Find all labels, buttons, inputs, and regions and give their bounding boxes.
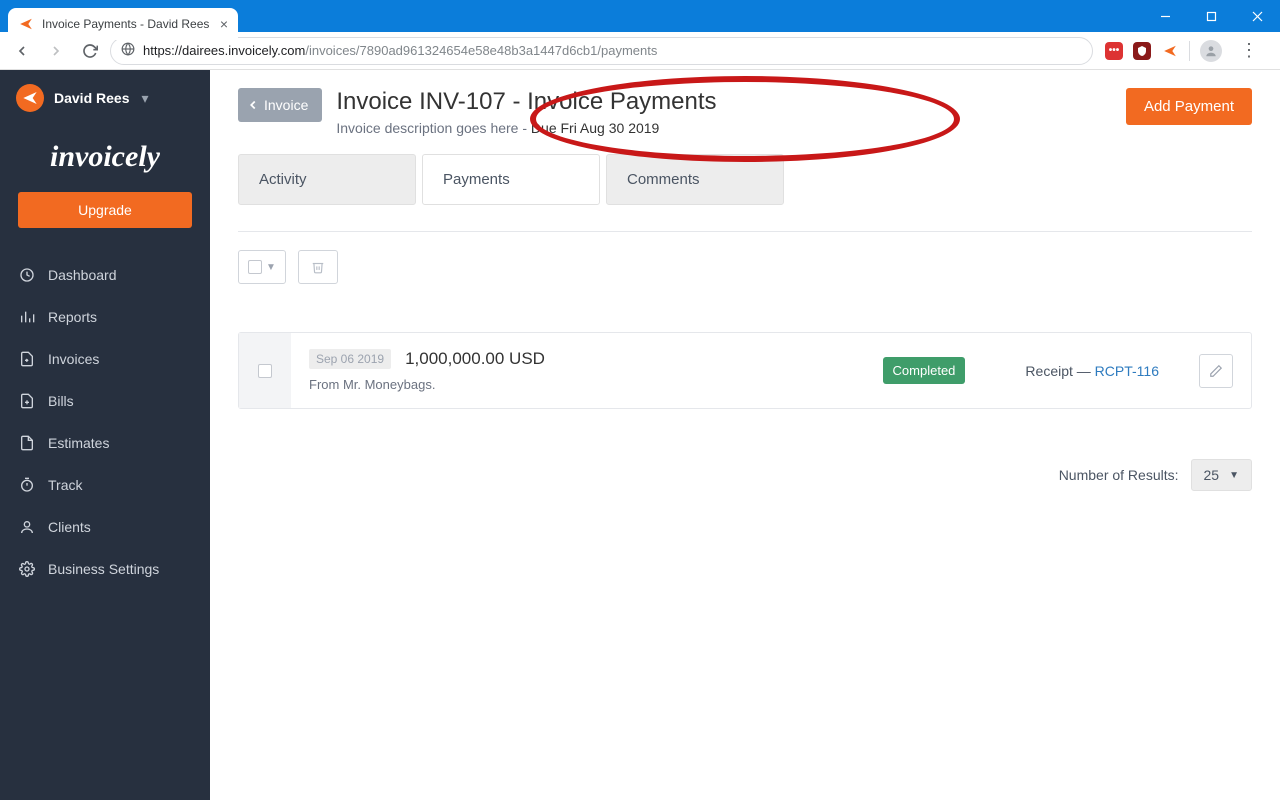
sidebar: David Rees ▾ invoicely Upgrade Dashboard… [0, 70, 210, 800]
ublock-icon[interactable] [1133, 42, 1151, 60]
browser-tab[interactable]: Invoice Payments - David Rees × [8, 8, 238, 40]
extension-icons: ••• ⋮ [1099, 40, 1272, 62]
upgrade-button[interactable]: Upgrade [18, 192, 192, 228]
lastpass-icon[interactable]: ••• [1105, 42, 1123, 60]
results-select[interactable]: 25 ▼ [1191, 459, 1252, 491]
main-content: Invoice Invoice INV-107 - Invoice Paymen… [210, 70, 1280, 800]
results-label: Number of Results: [1059, 467, 1179, 483]
row-checkbox-cell [239, 333, 291, 408]
chevron-down-icon: ▼ [1229, 470, 1239, 481]
profile-avatar[interactable] [1200, 40, 1222, 62]
sidebar-item-invoices[interactable]: Invoices [0, 338, 210, 380]
brand-logo: invoicely [0, 126, 210, 192]
close-icon[interactable]: × [220, 16, 228, 32]
chevron-down-icon: ▼ [266, 262, 276, 273]
window-close-button[interactable] [1234, 0, 1280, 32]
stopwatch-icon [18, 476, 36, 494]
user-menu[interactable]: David Rees ▾ [0, 70, 210, 126]
back-to-invoice-button[interactable]: Invoice [238, 88, 322, 122]
sidebar-item-business-settings[interactable]: Business Settings [0, 548, 210, 590]
menu-icon[interactable]: ⋮ [1232, 40, 1266, 61]
globe-icon [121, 42, 135, 59]
tabs: Activity Payments Comments [238, 154, 1252, 205]
reload-icon[interactable] [76, 37, 104, 65]
tab-activity[interactable]: Activity [238, 154, 416, 205]
file-export-icon [18, 350, 36, 368]
page-subtitle: Invoice description goes here - Due Fri … [336, 120, 1112, 136]
sidebar-item-dashboard[interactable]: Dashboard [0, 254, 210, 296]
page-header: Invoice Invoice INV-107 - Invoice Paymen… [210, 70, 1280, 144]
bird-icon [18, 16, 34, 32]
list-toolbar: ▼ [238, 250, 1252, 284]
divider [238, 231, 1252, 232]
tab-payments[interactable]: Payments [422, 154, 600, 205]
results-control: Number of Results: 25 ▼ [238, 459, 1252, 491]
file-icon [18, 434, 36, 452]
window-minimize-button[interactable] [1142, 0, 1188, 32]
payment-date: Sep 06 2019 [309, 349, 391, 369]
tab-comments[interactable]: Comments [606, 154, 784, 205]
user-name: David Rees [54, 90, 129, 106]
url-text: https://dairees.invoicely.com/invoices/7… [143, 43, 657, 58]
user-icon [18, 518, 36, 536]
select-all-dropdown[interactable]: ▼ [238, 250, 286, 284]
status-badge: Completed [883, 357, 966, 384]
gauge-icon [18, 266, 36, 284]
payment-amount: 1,000,000.00 USD [405, 349, 545, 369]
bird-icon [16, 84, 44, 112]
sidebar-item-clients[interactable]: Clients [0, 506, 210, 548]
chart-icon [18, 308, 36, 326]
browser-tabstrip: Invoice Payments - David Rees × [0, 0, 238, 40]
chevron-down-icon: ▾ [141, 90, 148, 107]
payment-row: Sep 06 2019 1,000,000.00 USD From Mr. Mo… [238, 332, 1252, 409]
file-import-icon [18, 392, 36, 410]
payment-from: From Mr. Moneybags. [309, 377, 883, 392]
edit-button[interactable] [1199, 354, 1233, 388]
forward-icon[interactable] [42, 37, 70, 65]
receipt-label: Receipt — RCPT-116 [1025, 363, 1159, 379]
sidebar-item-bills[interactable]: Bills [0, 380, 210, 422]
sidebar-item-estimates[interactable]: Estimates [0, 422, 210, 464]
add-payment-button[interactable]: Add Payment [1126, 88, 1252, 125]
bird-extension-icon[interactable] [1161, 42, 1179, 60]
checkbox-icon [248, 260, 262, 274]
row-checkbox[interactable] [258, 364, 272, 378]
sidebar-item-reports[interactable]: Reports [0, 296, 210, 338]
delete-button[interactable] [298, 250, 338, 284]
tab-title: Invoice Payments - David Rees [42, 17, 209, 31]
back-icon[interactable] [8, 37, 36, 65]
address-bar[interactable]: https://dairees.invoicely.com/invoices/7… [110, 37, 1093, 65]
sidebar-item-track[interactable]: Track [0, 464, 210, 506]
window-maximize-button[interactable] [1188, 0, 1234, 32]
receipt-link[interactable]: RCPT-116 [1095, 363, 1159, 379]
page-title: Invoice INV-107 - Invoice Payments [336, 88, 1112, 116]
gear-icon [18, 560, 36, 578]
